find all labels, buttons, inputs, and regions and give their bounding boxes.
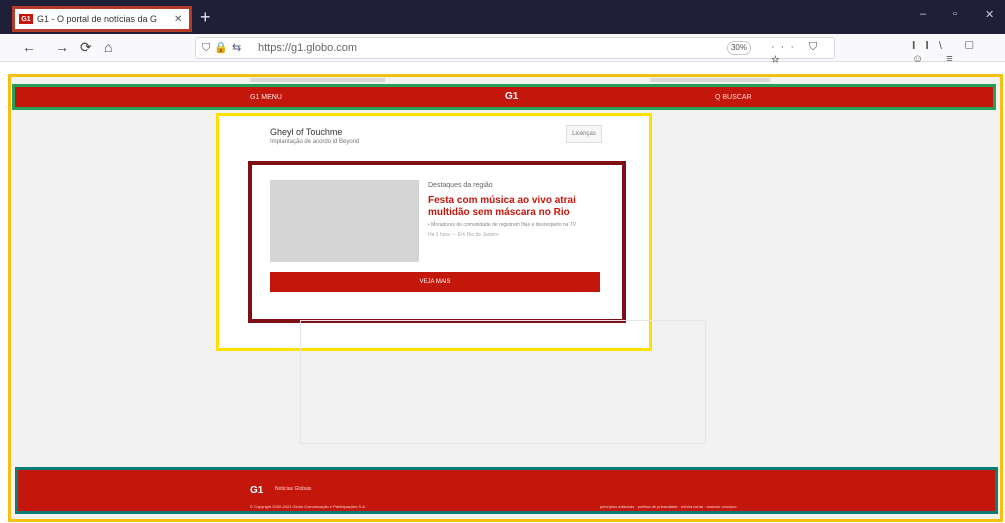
site-security-icon[interactable]: ⛉🔒⇆	[202, 41, 245, 55]
forward-icon[interactable]: →	[55, 39, 69, 55]
browser-tab-bar: G1 G1 - O portal de notícias da G ✕ + – …	[0, 0, 1005, 34]
placeholder-bar	[250, 78, 385, 82]
browser-nav-bar: ← → ⟳ ⌂ ⛉🔒⇆ https://g1.globo.com 30% ···…	[0, 34, 1005, 66]
address-bar[interactable]: ⛉🔒⇆ https://g1.globo.com 30% ··· ⛉ ☆	[195, 37, 835, 66]
panel-button[interactable]: Licenças	[566, 125, 602, 143]
g1-logo[interactable]: G1	[505, 91, 518, 102]
g1-favicon-icon: G1	[19, 14, 33, 24]
news-meta: Há 1 hora — Em Rio de Janeiro	[428, 232, 499, 238]
url-text[interactable]: https://g1.globo.com	[258, 42, 357, 54]
placeholder-bar	[650, 78, 770, 82]
site-footer	[15, 467, 998, 514]
news-kicker: Destaques da região	[428, 182, 493, 189]
footer-logo[interactable]: G1	[250, 485, 263, 496]
footer-copyright: © Copyright 2000-2021 Globo Comunicação …	[250, 504, 366, 509]
placeholder-box	[300, 320, 706, 444]
window-close-button[interactable]: ✕	[985, 8, 994, 21]
zoom-indicator[interactable]: 30%	[727, 41, 751, 55]
panel-description: Implantação de acordo id Beyond	[270, 139, 360, 145]
page-actions-icon[interactable]: ··· ⛉ ☆	[771, 41, 834, 67]
toolbar-icons[interactable]: 𝐈𝐈\ ▢ ☺ ≡	[912, 40, 1005, 65]
home-icon[interactable]: ⌂	[104, 39, 112, 55]
tab-title: G1 - O portal de notícias da G	[37, 14, 158, 24]
close-tab-icon[interactable]: ✕	[174, 14, 182, 25]
browser-tab[interactable]: G1 G1 - O portal de notícias da G ✕	[12, 6, 192, 32]
window-maximize-button[interactable]: ▫	[953, 8, 957, 20]
see-more-button[interactable]: VEJA MAIS	[270, 272, 600, 292]
footer-tagline: Notícias Globais	[275, 486, 312, 492]
reload-icon[interactable]: ⟳	[80, 39, 92, 56]
news-headline[interactable]: Festa com música ao vivo atrai multidão …	[428, 195, 608, 219]
search-button[interactable]: Q BUSCAR	[715, 94, 752, 101]
related-link[interactable]: • Moradores de comunidade de registram f…	[428, 222, 608, 228]
menu-button[interactable]: G1 MENU	[250, 94, 282, 101]
back-icon[interactable]: ←	[22, 39, 36, 55]
site-header: G1 MENU G1 Q BUSCAR	[12, 84, 996, 110]
news-thumbnail[interactable]	[270, 180, 419, 262]
footer-links[interactable]: princípios editoriais · política de priv…	[600, 504, 737, 509]
panel-title: Gheyl of Touchme	[270, 127, 343, 137]
window-minimize-button[interactable]: –	[920, 8, 926, 20]
new-tab-button[interactable]: +	[200, 8, 211, 26]
